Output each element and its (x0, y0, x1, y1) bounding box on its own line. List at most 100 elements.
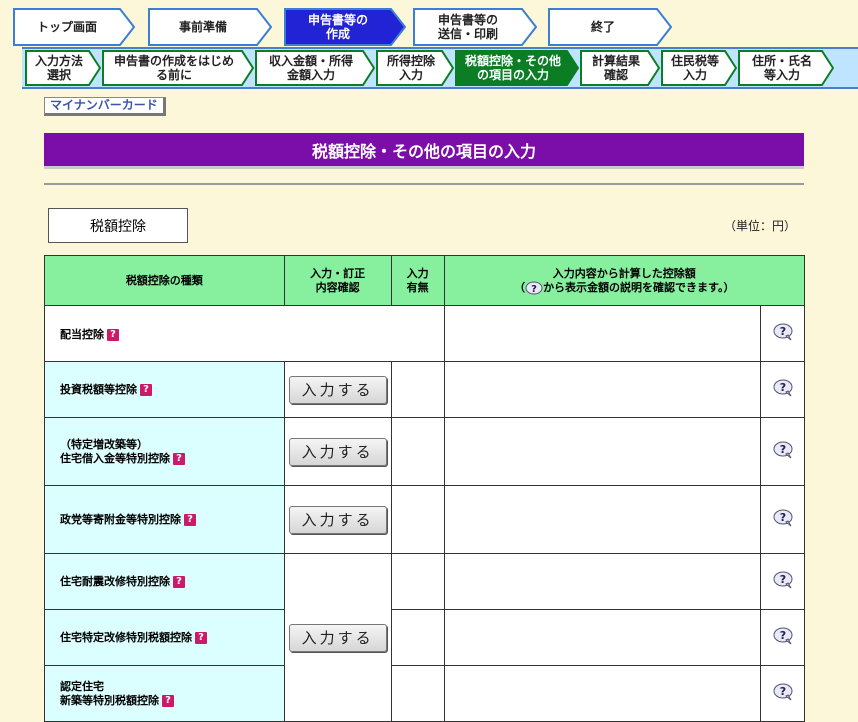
sub-step-result: 計算結果 確認 (580, 50, 660, 86)
row-name: 住宅特定改修特別税額控除 (60, 630, 192, 644)
help-bubble-icon[interactable]: ? (772, 441, 794, 459)
sub-step-label: 所得控除 入力 (386, 54, 435, 82)
input-button[interactable]: 入力する (288, 505, 387, 534)
svg-text:?: ? (779, 443, 785, 456)
help-cell: ? (760, 361, 805, 418)
row-name-cell: （特定増改築等） 住宅借入金等特別控除? (44, 417, 285, 486)
flow-step-prep: 事前準備 (148, 8, 272, 46)
sub-step-label: 計算結果 確認 (591, 54, 640, 82)
row-name: 投資税額等控除 (60, 382, 137, 396)
help-cell: ? (760, 485, 805, 554)
svg-text:?: ? (779, 685, 785, 698)
help-bubble-icon: ? (525, 281, 543, 295)
question-icon[interactable]: ? (173, 575, 185, 588)
flow-step-label: トップ画面 (36, 20, 97, 34)
header-amount: 入力内容から計算した控除額 （? から表示金額の説明を確認できます。） (443, 255, 806, 306)
svg-text:?: ? (779, 381, 785, 394)
help-bubble-icon[interactable]: ? (772, 509, 794, 527)
sub-step-label: 入力方法 選択 (34, 54, 83, 82)
table-row: 住宅特定改修特別税額控除? ? (44, 609, 805, 666)
table-row: （特定増改築等） 住宅借入金等特別控除? 入力する ? (44, 417, 805, 486)
row-name-cell: 配当控除? (44, 305, 445, 362)
svg-text:?: ? (531, 284, 537, 295)
table-header-row: 税額控除の種類 入力・訂正 内容確認 入力 有無 入力内容から計算した控除額 （… (44, 255, 806, 306)
header-status: 入力 有無 (390, 255, 445, 306)
question-icon[interactable]: ? (107, 328, 119, 341)
flow-step-top: トップ画面 (13, 8, 135, 46)
help-cell: ? (760, 665, 805, 722)
question-icon[interactable]: ? (173, 452, 185, 465)
row-name: 配当控除 (60, 327, 104, 341)
help-cell: ? (760, 417, 805, 486)
divider (44, 183, 804, 185)
svg-text:?: ? (779, 573, 785, 586)
flow-step-label: 申告書等の 送信・印刷 (437, 13, 498, 41)
row-name-cell: 認定住宅 新築等特別税額控除? (44, 665, 285, 722)
amount-cell (443, 361, 762, 418)
tax-credit-table: 税額控除の種類 入力・訂正 内容確認 入力 有無 入力内容から計算した控除額 （… (44, 255, 806, 722)
input-button[interactable]: 入力する (288, 623, 387, 652)
help-bubble-icon[interactable]: ? (772, 379, 794, 397)
flow-step-create: 申告書等の 作成 (284, 8, 406, 46)
question-icon[interactable]: ? (195, 631, 207, 644)
input-cell-shared: 入力する (283, 553, 392, 722)
flow-step-send: 申告書等の 送信・印刷 (413, 8, 537, 46)
svg-text:?: ? (779, 325, 785, 338)
question-icon[interactable]: ? (140, 383, 152, 396)
mynumber-card-badge: マイナンバーカード (44, 97, 166, 116)
svg-text:?: ? (779, 629, 785, 642)
status-cell (390, 553, 445, 610)
row-name: 認定住宅 新築等特別税額控除 (60, 679, 159, 707)
flow-step-label: 事前準備 (178, 20, 227, 34)
amount-cell (443, 665, 762, 722)
sub-step-deduction: 所得控除 入力 (376, 50, 454, 86)
page-title: 税額控除・その他の項目の入力 (44, 133, 804, 169)
flow-step-label: 終了 (590, 20, 615, 34)
row-name-cell: 住宅耐震改修特別控除? (44, 553, 285, 610)
header-type: 税額控除の種類 (44, 255, 285, 306)
help-bubble-icon[interactable]: ? (772, 323, 794, 341)
sub-step-label: 申告書の作成をはじめ る前に (113, 54, 234, 82)
input-cell: 入力する (283, 417, 392, 486)
sub-step-resident-tax: 住民税等 入力 (661, 50, 737, 86)
input-button[interactable]: 入力する (288, 375, 387, 404)
header-amount-paren: （ (514, 280, 526, 294)
flow-step-end: 終了 (548, 8, 672, 46)
amount-cell (443, 305, 762, 362)
status-cell (390, 665, 445, 722)
sub-step-label: 税額控除・その他 の項目の入力 (464, 54, 561, 82)
sub-step-income: 収入金額・所得 金額入力 (255, 50, 375, 86)
sub-step-input-method: 入力方法 選択 (25, 50, 101, 86)
question-icon[interactable]: ? (162, 694, 174, 707)
row-name-cell: 政党等寄附金等特別控除? (44, 485, 285, 554)
table-row: 住宅耐震改修特別控除? 入力する ? (44, 553, 805, 722)
row-name: （特定増改築等） 住宅借入金等特別控除 (60, 437, 170, 465)
sub-step-address: 住所・氏名 等入力 (738, 50, 834, 86)
input-button[interactable]: 入力する (288, 437, 387, 466)
amount-cell (443, 609, 762, 666)
status-cell (390, 609, 445, 666)
help-bubble-icon[interactable]: ? (772, 683, 794, 701)
sub-step-label: 収入金額・所得 金額入力 (268, 54, 353, 82)
header-input: 入力・訂正 内容確認 (283, 255, 392, 306)
sub-step-label: 住所・氏名 等入力 (751, 54, 812, 82)
header-amount-line2: （? から表示金額の説明を確認できます。） (445, 281, 804, 295)
amount-cell (443, 417, 762, 486)
unit-label: （単位：円） (724, 219, 797, 233)
flow-step-label: 申告書等の 作成 (307, 13, 368, 41)
header-amount-line1: 入力内容から計算した控除額 (552, 266, 696, 280)
help-bubble-icon[interactable]: ? (772, 627, 794, 645)
section-label: 税額控除 (48, 208, 188, 243)
table-row: 政党等寄附金等特別控除? 入力する ? (44, 485, 805, 554)
row-name-cell: 投資税額等控除? (44, 361, 285, 418)
input-cell: 入力する (283, 361, 392, 418)
sub-step-before-start: 申告書の作成をはじめ る前に (102, 50, 254, 86)
status-cell (390, 417, 445, 486)
question-icon[interactable]: ? (184, 513, 196, 526)
help-cell: ? (760, 553, 805, 610)
table-row: 認定住宅 新築等特別税額控除? ? (44, 665, 805, 722)
sub-step-label: 住民税等 入力 (670, 54, 719, 82)
help-bubble-icon[interactable]: ? (772, 571, 794, 589)
sub-step-tax-credit: 税額控除・その他 の項目の入力 (455, 50, 579, 86)
amount-cell (443, 553, 762, 610)
